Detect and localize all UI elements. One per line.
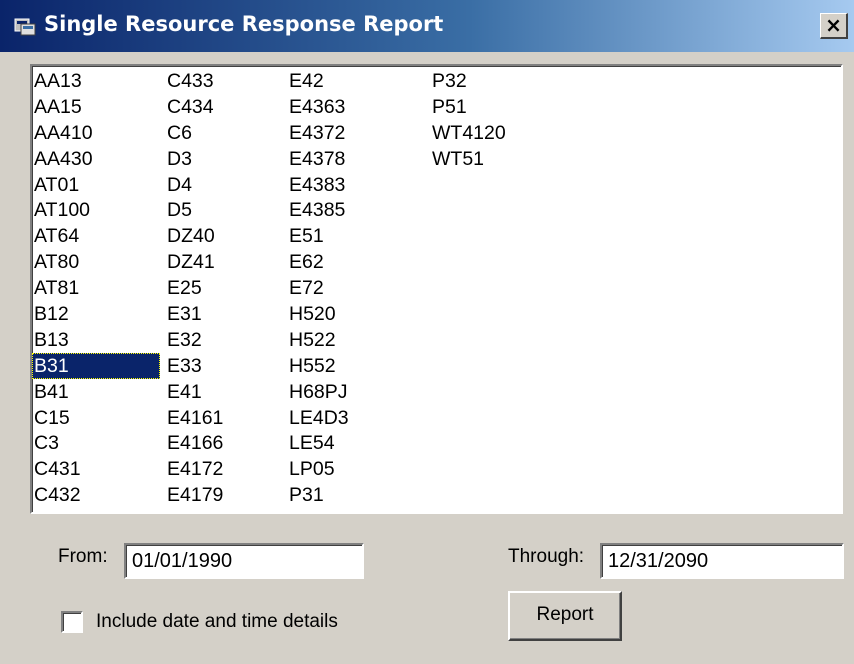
list-item[interactable]: H552 <box>287 353 415 379</box>
list-item[interactable]: C3 <box>32 430 160 456</box>
list-item[interactable]: C433 <box>165 68 293 94</box>
list-item[interactable]: AA13 <box>32 68 160 94</box>
list-item[interactable]: E33 <box>165 353 293 379</box>
list-item[interactable]: H68PJ <box>287 379 415 405</box>
list-item[interactable]: C6 <box>165 120 293 146</box>
list-item[interactable]: E4372 <box>287 120 415 146</box>
list-item[interactable]: H522 <box>287 327 415 353</box>
list-item[interactable]: E4161 <box>165 405 293 431</box>
through-date-field[interactable]: 12/31/2090 <box>600 543 844 579</box>
list-item[interactable]: E4172 <box>165 456 293 482</box>
list-item[interactable]: B41 <box>32 379 160 405</box>
list-item[interactable]: WT51 <box>430 146 558 172</box>
list-item[interactable]: C15 <box>32 405 160 431</box>
list-item[interactable]: LE54 <box>287 430 415 456</box>
include-details-checkbox[interactable] <box>61 611 83 633</box>
resource-listbox[interactable]: AA13 AA15 AA410 AA430 AT01 AT100 AT64 AT80 AT81 B… <box>30 64 843 514</box>
list-item[interactable]: E51 <box>287 223 415 249</box>
list-item[interactable]: AA15 <box>32 94 160 120</box>
list-item[interactable]: D4 <box>165 172 293 198</box>
app-icon <box>14 16 36 36</box>
list-item[interactable]: AT01 <box>32 172 160 198</box>
list-item[interactable]: E4378 <box>287 146 415 172</box>
list-item[interactable]: B12 <box>32 301 160 327</box>
list-item[interactable]: AA430 <box>32 146 160 172</box>
list-column: AA13 AA15 AA410 AA430 AT01 AT100 AT64 AT80 AT81 B… <box>32 68 160 508</box>
include-details-label[interactable]: Include date and time details <box>96 611 338 633</box>
list-item[interactable]: DZ41 <box>165 249 293 275</box>
list-item[interactable]: P31 <box>287 482 415 508</box>
close-icon: × <box>825 13 842 37</box>
list-item[interactable]: E32 <box>165 327 293 353</box>
list-item[interactable]: AT64 <box>32 223 160 249</box>
report-button[interactable]: Report <box>508 591 622 641</box>
list-item[interactable]: AA410 <box>32 120 160 146</box>
title-bar[interactable]: Single Resource Response Report × <box>0 0 854 52</box>
from-date-field[interactable]: 01/01/1990 <box>124 543 364 579</box>
list-item[interactable]: LE4D3 <box>287 405 415 431</box>
close-button[interactable]: × <box>820 13 848 39</box>
list-item[interactable]: C431 <box>32 456 160 482</box>
list-item[interactable]: B31 <box>32 352 160 379</box>
list-item[interactable]: AT81 <box>32 275 160 301</box>
list-item[interactable]: E31 <box>165 301 293 327</box>
list-column: C433 C434 C6 D3 D4 D5 DZ40 DZ41 E25 E31 E32 E33 E41 E… <box>165 68 293 508</box>
list-column: E42 E4363 E4372 E4378 E4383 E4385 E51 E62 E72 H52… <box>287 68 415 508</box>
list-item[interactable]: P32 <box>430 68 558 94</box>
list-item[interactable]: E42 <box>287 68 415 94</box>
list-item[interactable]: E4363 <box>287 94 415 120</box>
through-label: Through: <box>508 546 585 567</box>
list-item[interactable]: E41 <box>165 379 293 405</box>
list-item[interactable]: E25 <box>165 275 293 301</box>
window-title: Single Resource Response Report <box>44 12 444 36</box>
list-item[interactable]: DZ40 <box>165 223 293 249</box>
list-item[interactable]: B13 <box>32 327 160 353</box>
list-item[interactable]: E72 <box>287 275 415 301</box>
list-item[interactable]: C432 <box>32 482 160 508</box>
list-item[interactable]: E4385 <box>287 197 415 223</box>
list-item[interactable]: D5 <box>165 197 293 223</box>
list-item[interactable]: E62 <box>287 249 415 275</box>
list-item[interactable]: H520 <box>287 301 415 327</box>
list-item[interactable]: C434 <box>165 94 293 120</box>
list-item[interactable]: P51 <box>430 94 558 120</box>
list-column: P32 P51 WT4120 WT51 <box>430 68 558 172</box>
list-item[interactable]: D3 <box>165 146 293 172</box>
list-item[interactable]: WT4120 <box>430 120 558 146</box>
list-item[interactable]: AT100 <box>32 197 160 223</box>
list-item[interactable]: LP05 <box>287 456 415 482</box>
list-item[interactable]: E4383 <box>287 172 415 198</box>
list-item[interactable]: AT80 <box>32 249 160 275</box>
list-item[interactable]: E4179 <box>165 482 293 508</box>
from-label: From: <box>58 546 108 567</box>
list-item[interactable]: E4166 <box>165 430 293 456</box>
